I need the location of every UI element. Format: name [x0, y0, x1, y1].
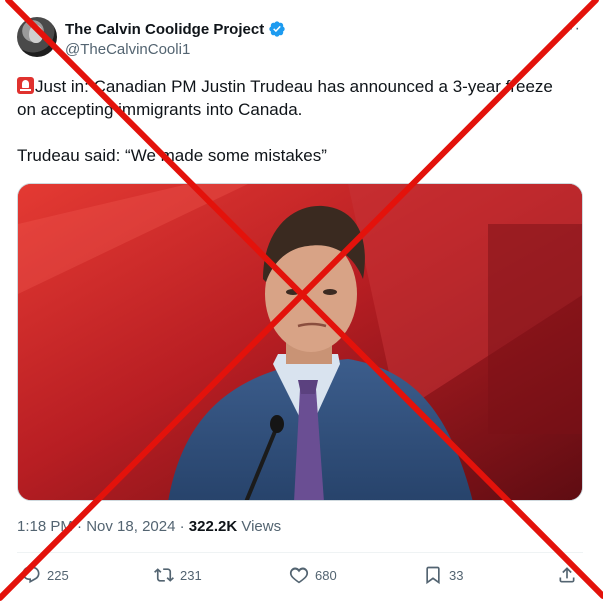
tweet-line-2: Trudeau said: “We made some mistakes” — [17, 146, 327, 165]
repost-count: 231 — [180, 567, 202, 583]
siren-emoji-icon — [17, 77, 34, 94]
reply-button[interactable]: 225 — [21, 565, 69, 585]
more-icon[interactable]: ··· — [562, 20, 581, 38]
tweet-line-1-continued: on accepting immigrants into Canada. — [17, 100, 303, 119]
display-name-row[interactable]: The Calvin Coolidge Project — [65, 20, 286, 38]
reply-count: 225 — [47, 567, 69, 583]
bookmark-count: 33 — [449, 567, 464, 583]
divider — [17, 552, 583, 553]
bookmark-icon — [426, 566, 440, 585]
views-label: Views — [241, 518, 282, 535]
bookmark-button[interactable]: 33 — [423, 565, 463, 585]
tweet-line-1: Just in: Canadian PM Justin Trudeau has … — [17, 75, 583, 98]
like-button[interactable]: 680 — [289, 565, 337, 585]
tweet-line-1-text: Just in: Canadian PM Justin Trudeau has … — [35, 77, 553, 96]
avatar[interactable] — [17, 17, 57, 57]
reply-icon — [22, 566, 40, 584]
like-icon — [289, 567, 309, 584]
repost-button[interactable]: 231 — [154, 565, 202, 585]
user-handle[interactable]: @TheCalvinCooli1 — [65, 41, 190, 58]
photo-illustration — [18, 184, 582, 500]
like-count: 680 — [315, 567, 337, 583]
tweet-date[interactable]: Nov 18, 2024 — [86, 518, 175, 535]
tweet-text: Just in: Canadian PM Justin Trudeau has … — [17, 75, 583, 167]
tweet-meta: 1:18 PM · Nov 18, 2024 · 322.2K Views — [17, 518, 281, 535]
display-name[interactable]: The Calvin Coolidge Project — [65, 21, 264, 38]
action-bar: 225 231 680 33 — [17, 565, 583, 591]
meta-separator: · — [77, 518, 83, 535]
share-button[interactable] — [557, 565, 577, 585]
repost-icon — [154, 568, 174, 582]
tweet-time[interactable]: 1:18 PM — [17, 518, 73, 535]
tweet-card: The Calvin Coolidge Project @TheCalvinCo… — [0, 0, 603, 601]
views-count: 322.2K — [188, 518, 238, 535]
share-icon — [559, 567, 575, 583]
meta-separator-2: · — [179, 518, 185, 535]
verified-badge-icon — [269, 21, 285, 37]
tweet-photo[interactable] — [17, 183, 583, 501]
